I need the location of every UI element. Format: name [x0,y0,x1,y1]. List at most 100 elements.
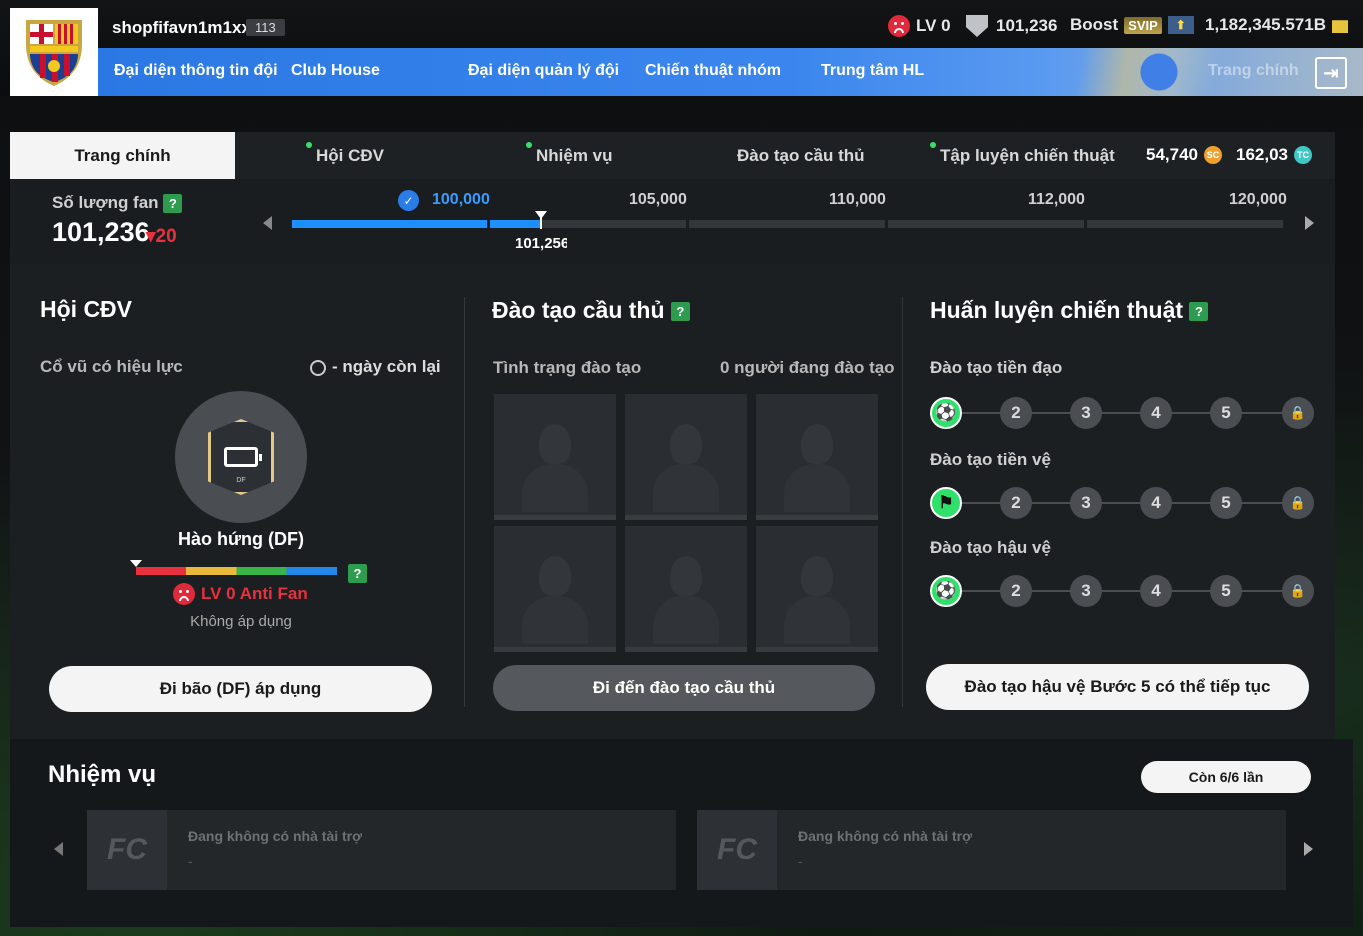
forward-training-steps: ⚽ 2 3 4 5 🔒 [930,395,1315,431]
bp-coin-icon [1332,20,1348,33]
tab-tactical-practice[interactable]: Tập luyện chiến thuật [930,142,1115,166]
level-marker [130,560,142,567]
arrow-right-icon[interactable] [1305,216,1314,230]
nav-team-tactics[interactable]: Chiến thuật nhóm [645,62,781,80]
bp-value: 1,182,345.571B [1205,15,1326,34]
boost-label: Boost [1070,15,1119,34]
effect-label: Cổ vũ có hiệu lực [40,357,183,376]
midfield-training-label: Đào tạo tiền vệ [930,450,1051,469]
lock-icon: 🔒 [1282,487,1314,519]
milestone: 100,000 [432,191,490,208]
arrow-up-icon: ⬆ [1167,16,1194,34]
username: shopfifavn1m1xx [112,18,251,37]
step-node[interactable]: 5 [1210,487,1242,519]
step-node[interactable]: 4 [1140,397,1172,429]
help-icon[interactable]: ? [1189,302,1209,322]
step-node[interactable]: 5 [1210,397,1242,429]
step-node[interactable]: 5 [1210,575,1242,607]
step-1-active[interactable]: ⚽ [930,575,962,607]
milestone: 110,000 [829,191,886,208]
fan-level-stat[interactable]: LV 0 [888,15,951,37]
tc-coin-icon: TC [1294,146,1312,164]
missions-remaining[interactable]: Còn 6/6 lần [1141,761,1311,793]
step-node[interactable]: 3 [1070,397,1102,429]
step-1-active[interactable]: ⚑ [930,487,962,519]
fan-level-bar [136,567,337,575]
bp-stat[interactable]: 1,182,345.571B [1205,15,1348,35]
help-icon[interactable]: ? [163,194,183,214]
days-left: - ngày còn lại [310,357,441,377]
fan-count-stat[interactable]: 101,236 [966,15,1057,37]
midfield-icon: ⚑ [938,493,954,512]
defense-icon: ⚽ [935,581,957,600]
nav-home[interactable]: Trang chính [1208,62,1299,80]
sponsor-sub: - [798,853,803,869]
club-logo[interactable] [10,8,98,96]
step-node[interactable]: 2 [1000,575,1032,607]
nav-team-management[interactable]: Đại diện quản lý đội [468,62,619,80]
new-dot [306,142,312,148]
tab-fan-club[interactable]: Hội CĐV [306,142,384,166]
sponsor-card[interactable]: FC Đang không có nhà tài trợ - [87,810,676,890]
step-1-active[interactable]: ⚽ [930,397,962,429]
defense-training-steps: ⚽ 2 3 4 5 🔒 [930,573,1315,609]
step-node[interactable]: 3 [1070,487,1102,519]
progress-segment [292,220,487,228]
midfield-training-steps: ⚑ 2 3 4 5 🔒 [930,485,1315,521]
fan-level-status: LV 0 Anti Fan [173,583,308,605]
progress-segment [888,220,1084,228]
progress-marker-line [540,217,542,229]
current-fan-value: 101,256 [515,235,567,252]
missions-section: Nhiệm vụ Còn 6/6 lần FC Đang không có nh… [10,739,1353,927]
milestone: 105,000 [629,191,687,208]
not-applied: Không áp dụng [190,613,292,630]
apply-cheer-button[interactable]: Đi bão (DF) áp dụng [49,666,432,712]
training-slot[interactable] [625,394,747,520]
nav-training-center[interactable]: Trung tâm HL [821,62,924,80]
arrow-left-icon[interactable] [54,842,63,856]
progress-segment [689,220,885,228]
step-node[interactable]: 3 [1070,575,1102,607]
sad-face-icon [173,583,195,605]
nav-club-house[interactable]: Club House [291,62,380,80]
training-slot[interactable] [756,394,878,520]
training-title: Đào tạo cầu thủ ? [492,297,690,324]
continue-defense-training-button[interactable]: Đào tạo hậu vệ Bước 5 có thể tiếp tục [926,664,1309,710]
step-node[interactable]: 2 [1000,487,1032,519]
top-bar: shopfifavn1m1xx 113 LV 0 101,236 Boost S… [0,0,1363,96]
help-icon[interactable]: ? [348,564,367,583]
new-dot [526,142,532,148]
exit-button[interactable]: ⇥ [1315,57,1347,89]
training-slot[interactable] [756,526,878,652]
sub-tabs: Trang chính Hội CĐV Nhiệm vụ Đào tạo cầu… [10,132,1335,179]
step-node[interactable]: 4 [1140,575,1172,607]
cheer-name: Hào hứng (DF) [177,529,304,549]
fan-level-value: LV 0 [916,16,951,35]
nav-team-info[interactable]: Đại diện thông tin đội [114,62,278,80]
fc-logo-icon: FC [87,810,167,890]
step-node[interactable]: 2 [1000,397,1032,429]
boost-stat[interactable]: Boost SVIP ⬆ [1070,15,1194,35]
tactics-title: Huấn luyện chiến thuật ? [930,297,1209,324]
training-slot[interactable] [494,526,616,652]
sponsor-card[interactable]: FC Đang không có nhà tài trợ - [697,810,1286,890]
go-to-training-button[interactable]: Đi đến đào tạo cầu thủ [493,665,875,711]
divider [902,297,903,707]
tab-missions[interactable]: Nhiệm vụ [526,142,613,166]
training-slot[interactable] [494,394,616,520]
arrow-right-icon[interactable] [1304,842,1313,856]
sponsor-text: Đang không có nhà tài trợ [798,828,973,844]
tab-player-training[interactable]: Đào tạo cầu thủ [737,146,865,166]
fan-label: Số lượng fan ? [52,193,183,214]
arrow-left-icon[interactable] [263,216,272,230]
defense-training-label: Đào tạo hậu vệ [930,538,1051,557]
check-icon: ✓ [398,190,419,211]
step-node[interactable]: 4 [1140,487,1172,519]
help-icon[interactable]: ? [670,302,690,322]
lock-icon: 🔒 [1282,397,1314,429]
new-dot [930,142,936,148]
cheer-badge[interactable]: DF [175,391,307,523]
training-slot[interactable] [625,526,747,652]
exit-icon: ⇥ [1323,62,1339,83]
tab-home[interactable]: Trang chính [10,132,235,179]
